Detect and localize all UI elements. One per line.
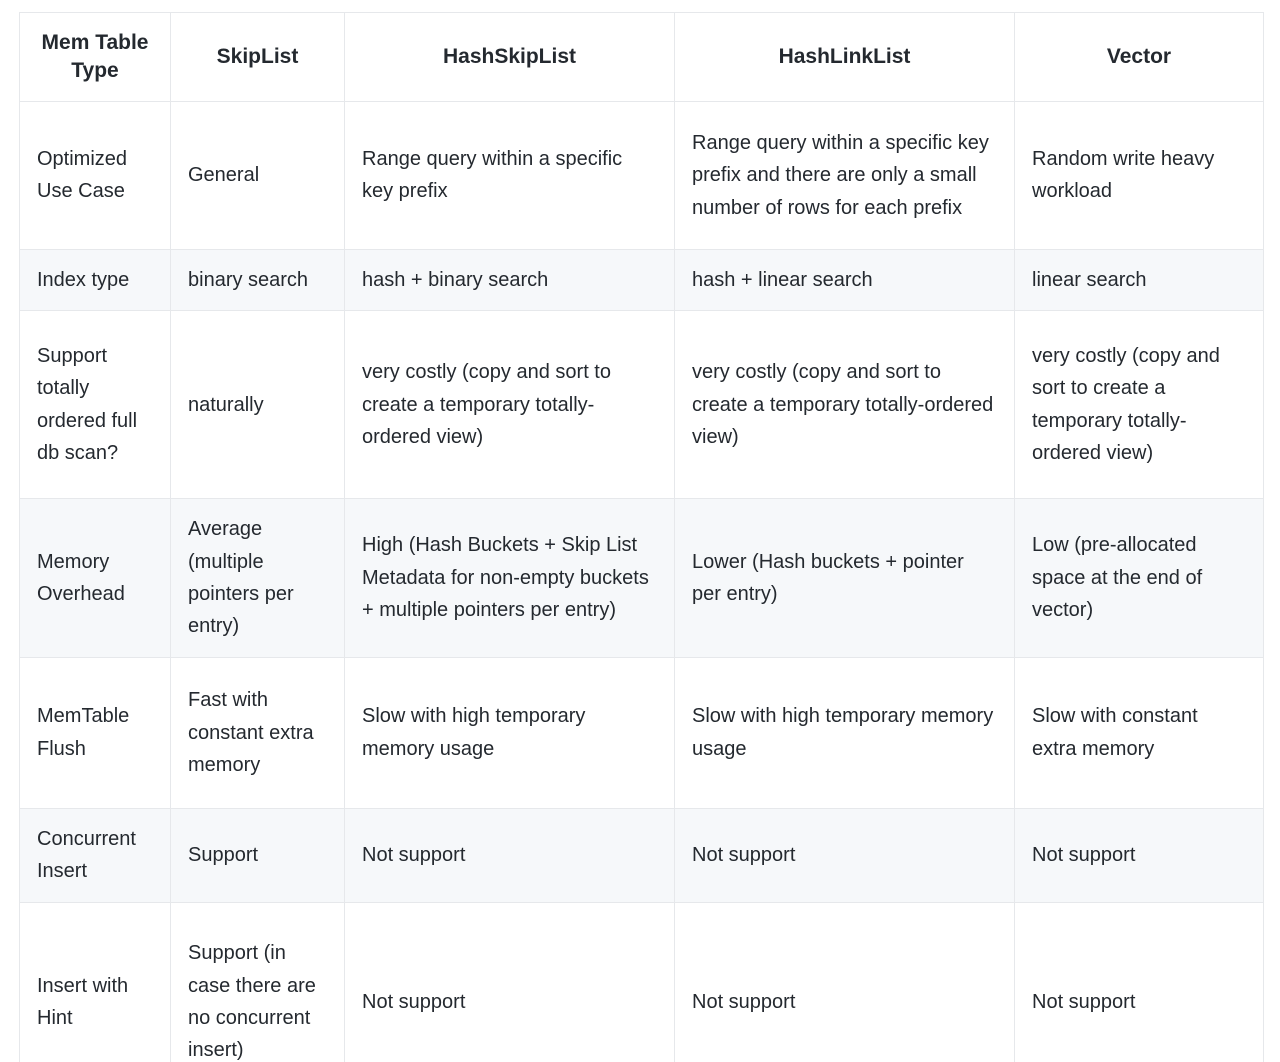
table-cell: Slow with high temporary memory usage: [344, 657, 675, 809]
table-row: Concurrent Insert Support Not support No…: [19, 808, 1264, 903]
table-cell: very costly (copy and sort to create a t…: [1014, 310, 1264, 500]
table-cell: High (Hash Buckets + Skip List Metadata …: [344, 498, 675, 658]
table-cell: hash + binary search: [344, 249, 675, 312]
row-label-cell: Insert with Hint: [19, 902, 171, 1062]
table-row: MemTable Flush Fast with constant extra …: [19, 657, 1264, 809]
row-label-cell: MemTable Flush: [19, 657, 171, 809]
table-cell: very costly (copy and sort to create a t…: [674, 310, 1015, 500]
table-cell: Not support: [674, 808, 1015, 903]
column-header-vector: Vector: [1014, 12, 1264, 102]
table-cell: very costly (copy and sort to create a t…: [344, 310, 675, 500]
table-header: Mem Table Type SkipList HashSkipList Has…: [19, 12, 1264, 102]
table-row: Insert with Hint Support (in case there …: [19, 902, 1264, 1062]
table-body: Optimized Use Case General Range query w…: [19, 101, 1264, 1062]
table-cell: Range query within a specific key prefix: [344, 101, 675, 250]
table-cell: naturally: [170, 310, 345, 500]
table-cell: Support (in case there are no concurrent…: [170, 902, 345, 1062]
column-header-mem-table-type: Mem Table Type: [19, 12, 171, 102]
row-label-cell: Index type: [19, 249, 171, 312]
table-cell: Support: [170, 808, 345, 903]
column-header-hashlinklist: HashLinkList: [674, 12, 1015, 102]
table-cell: Random write heavy workload: [1014, 101, 1264, 250]
table-cell: Average (multiple pointers per entry): [170, 498, 345, 658]
table-cell: Not support: [344, 808, 675, 903]
page-root: Mem Table Type SkipList HashSkipList Has…: [0, 0, 1280, 1062]
table-row: Memory Overhead Average (multiple pointe…: [19, 498, 1264, 658]
table-cell: binary search: [170, 249, 345, 312]
table-cell: Not support: [1014, 808, 1264, 903]
table-cell: Range query within a specific key prefix…: [674, 101, 1015, 250]
table-row: Index type binary search hash + binary s…: [19, 249, 1264, 312]
table-cell: Not support: [1014, 902, 1264, 1062]
table-cell: linear search: [1014, 249, 1264, 312]
comparison-table: Mem Table Type SkipList HashSkipList Has…: [19, 12, 1264, 1062]
table-cell: Not support: [344, 902, 675, 1062]
table-row: Optimized Use Case General Range query w…: [19, 101, 1264, 250]
row-label-cell: Support totally ordered full db scan?: [19, 310, 171, 500]
column-header-skiplist: SkipList: [170, 12, 345, 102]
row-label-cell: Concurrent Insert: [19, 808, 171, 903]
table-cell: Fast with constant extra memory: [170, 657, 345, 809]
table-cell: Lower (Hash buckets + pointer per entry): [674, 498, 1015, 658]
table-cell: Low (pre-allocated space at the end of v…: [1014, 498, 1264, 658]
table-row: Support totally ordered full db scan? na…: [19, 310, 1264, 500]
table-cell: hash + linear search: [674, 249, 1015, 312]
table-header-row: Mem Table Type SkipList HashSkipList Has…: [19, 12, 1264, 102]
table-cell: Not support: [674, 902, 1015, 1062]
table-cell: General: [170, 101, 345, 250]
table-cell: Slow with high temporary memory usage: [674, 657, 1015, 809]
table-cell: Slow with constant extra memory: [1014, 657, 1264, 809]
column-header-hashskiplist: HashSkipList: [344, 12, 675, 102]
row-label-cell: Optimized Use Case: [19, 101, 171, 250]
row-label-cell: Memory Overhead: [19, 498, 171, 658]
